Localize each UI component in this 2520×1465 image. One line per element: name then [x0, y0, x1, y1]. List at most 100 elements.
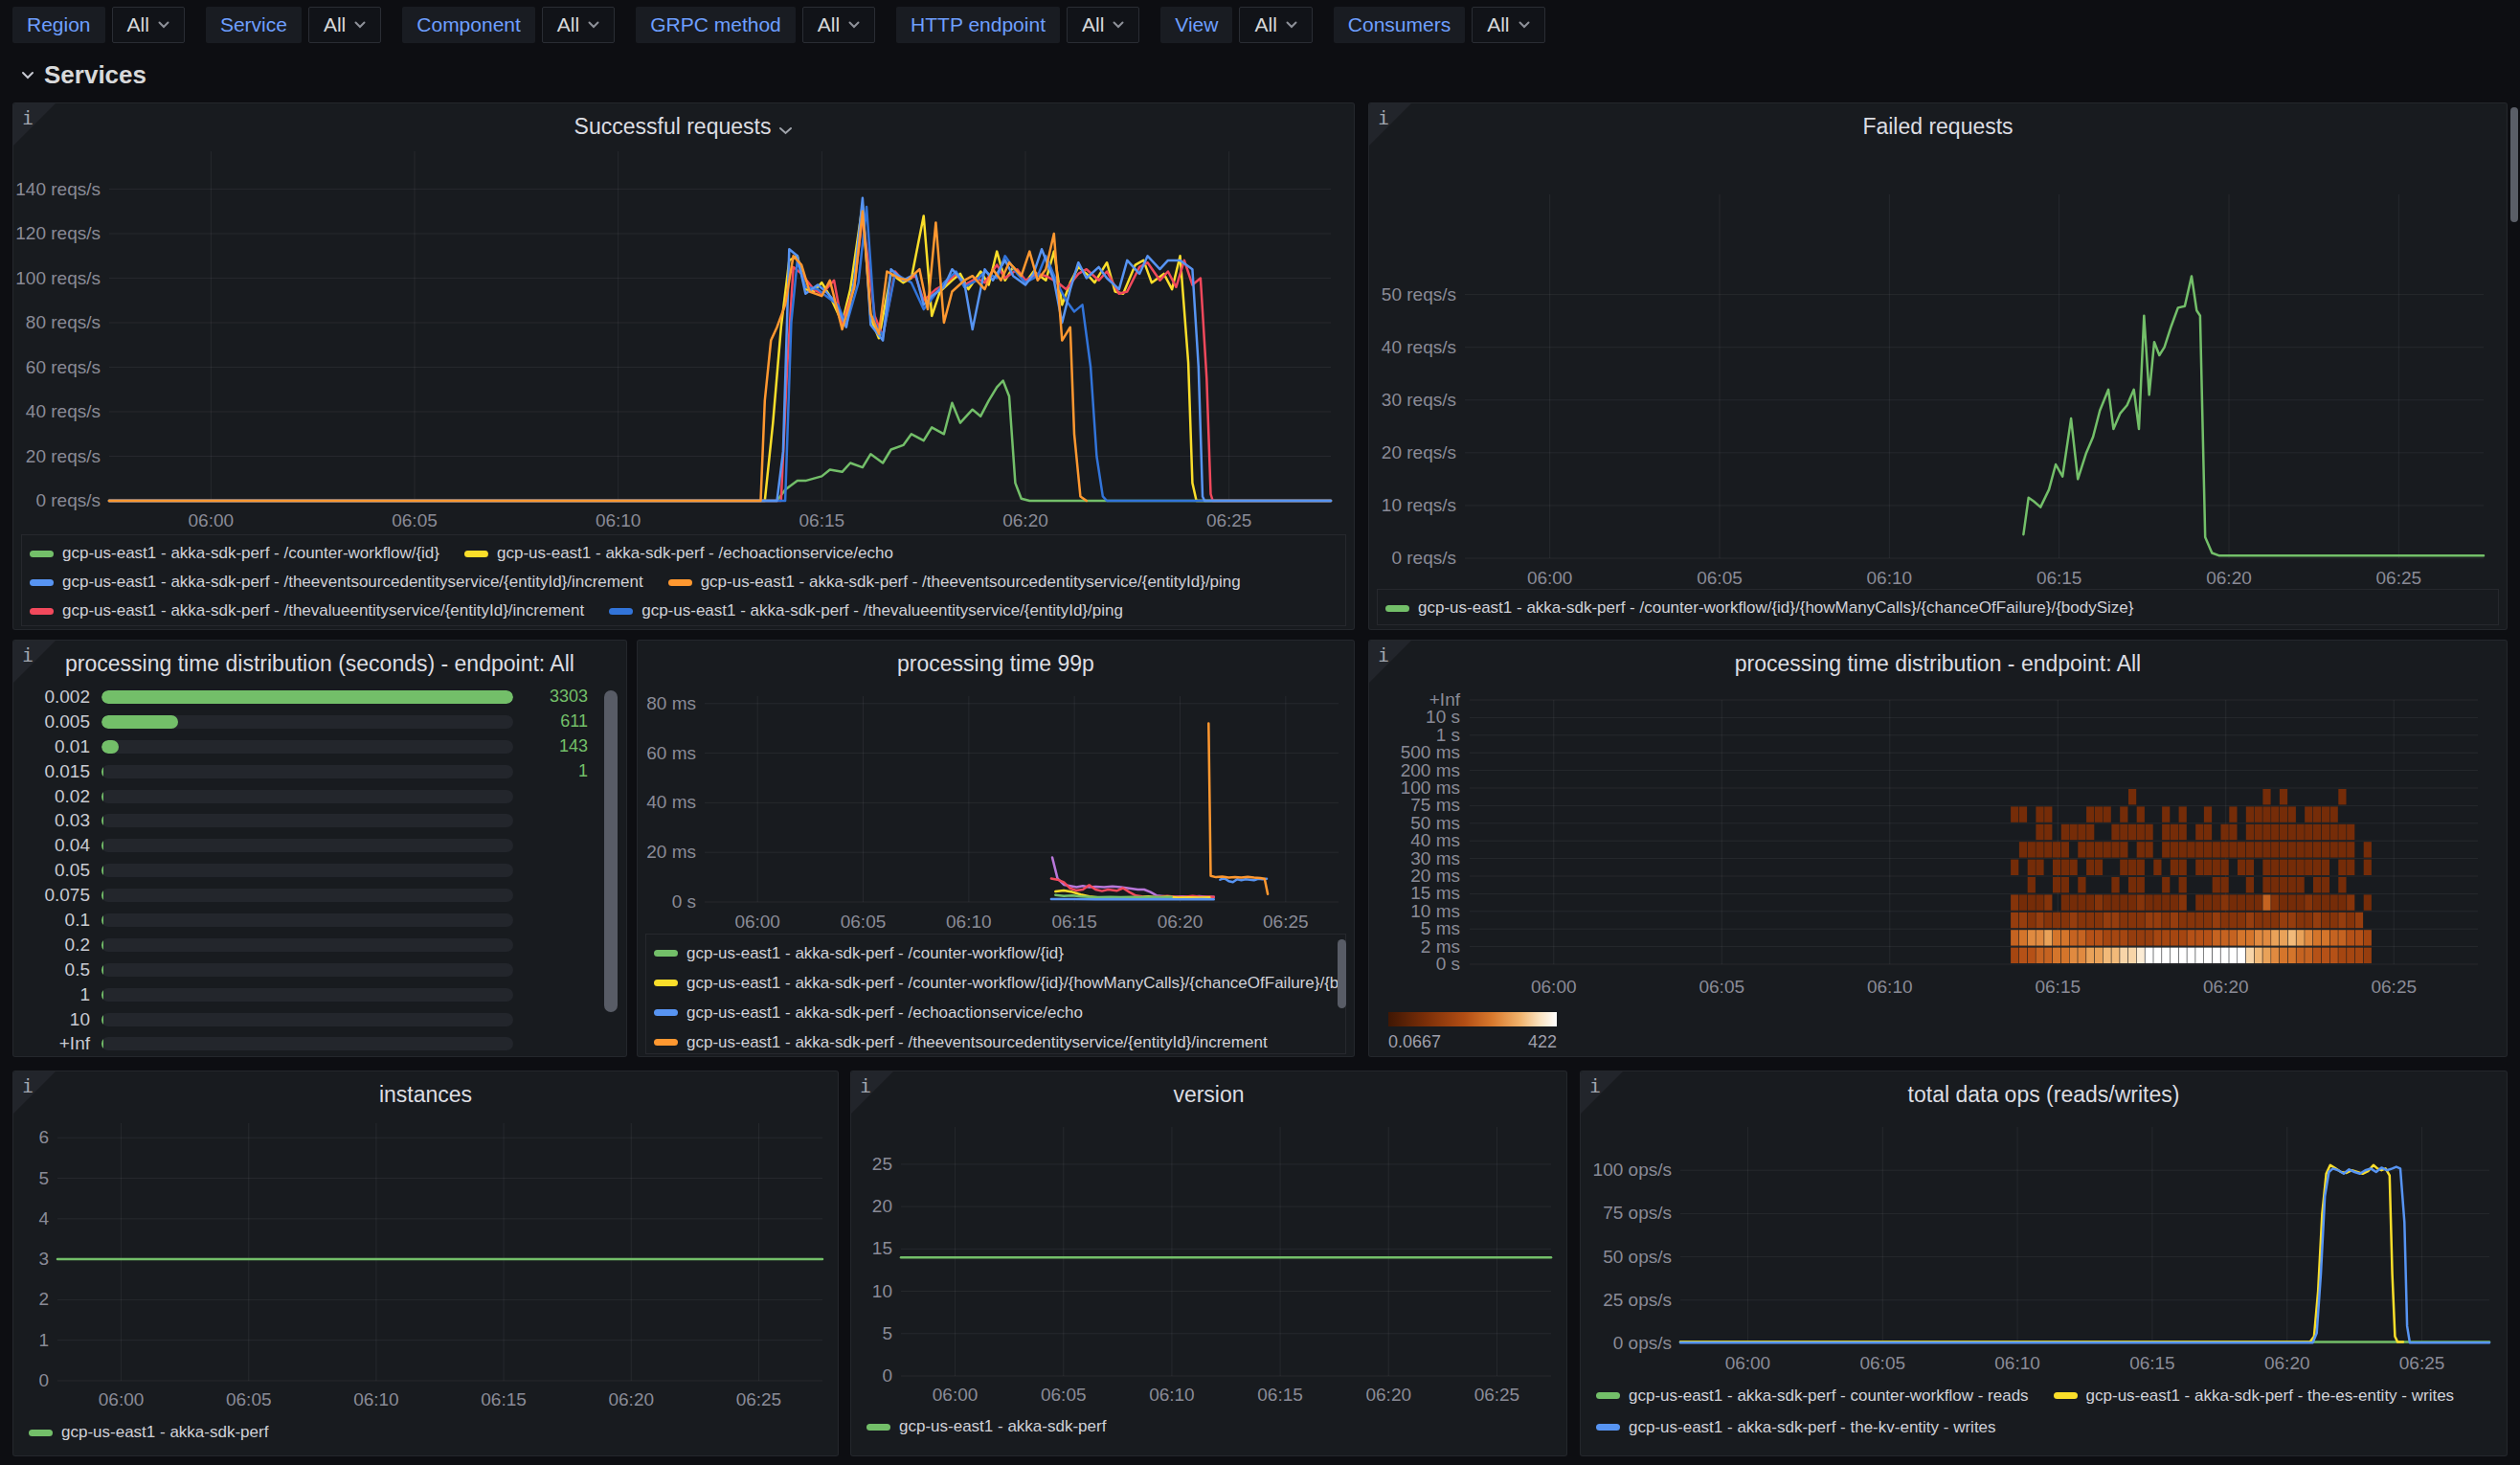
legend-item[interactable]: gcp-us-east1 - akka-sdk-perf - /echoacti…	[457, 544, 893, 563]
legend-item[interactable]: gcp-us-east1 - akka-sdk-perf - /counter-…	[646, 974, 1345, 993]
legend-item[interactable]: gcp-us-east1 - akka-sdk-perf - /counter-…	[646, 944, 1064, 963]
legend: gcp-us-east1 - akka-sdk-perf - /counter-…	[21, 534, 1346, 626]
filter-value-view[interactable]: All	[1239, 7, 1312, 43]
bar-fill	[101, 1013, 103, 1026]
panel-title[interactable]: Failed requests	[1417, 114, 2459, 140]
series-swatch	[464, 551, 488, 557]
bar-fill	[101, 765, 103, 778]
instances-chart[interactable]: 012345606:0006:0506:1006:1506:2006:25	[13, 1071, 838, 1455]
legend-item[interactable]: gcp-us-east1 - akka-sdk-perf - /thevalue…	[601, 601, 1123, 620]
filter-label-component: Component	[402, 7, 535, 43]
filter-value-grpc-method[interactable]: All	[802, 7, 875, 43]
svg-text:06:15: 06:15	[799, 510, 845, 530]
legend-item[interactable]: gcp-us-east1 - akka-sdk-perf - the-kv-en…	[1588, 1418, 1996, 1437]
filter-value-http-endpoint[interactable]: All	[1067, 7, 1139, 43]
panel-title[interactable]: processing time distribution (seconds) -…	[61, 651, 578, 677]
scrollbar-thumb[interactable]	[1338, 939, 1346, 1008]
legend-item[interactable]: gcp-us-east1 - akka-sdk-perf	[859, 1417, 1106, 1436]
legend-item[interactable]: gcp-us-east1 - akka-sdk-perf - /theevent…	[661, 573, 1241, 592]
svg-text:0 reqs/s: 0 reqs/s	[1391, 548, 1456, 568]
panel-title[interactable]: version	[899, 1082, 1519, 1108]
svg-text:0 reqs/s: 0 reqs/s	[35, 490, 101, 510]
chevron-down-icon	[354, 21, 366, 29]
version-chart[interactable]: 051015202506:0006:0506:1006:1506:2006:25	[851, 1071, 1566, 1455]
bucket-label: 0.075	[25, 885, 90, 906]
svg-text:06:20: 06:20	[608, 1389, 654, 1409]
svg-text:06:00: 06:00	[933, 1385, 979, 1405]
panel-info-corner[interactable]	[13, 641, 56, 683]
legend-item[interactable]: gcp-us-east1 - akka-sdk-perf - /thevalue…	[22, 601, 584, 620]
series-swatch	[654, 950, 678, 957]
panel-version: i version 051015202506:0006:0506:1006:15…	[850, 1071, 1567, 1456]
panel-info-corner[interactable]	[1369, 103, 1411, 146]
panel-title[interactable]: processing time distribution - endpoint:…	[1417, 651, 2459, 677]
scrollbar-thumb[interactable]	[604, 690, 618, 1012]
panel-title[interactable]: Successful requests	[61, 114, 1306, 140]
svg-text:06:00: 06:00	[1527, 568, 1573, 588]
panel-total-data-ops: i total data ops (reads/writes) 0 ops/s2…	[1580, 1071, 2508, 1456]
bucket-label: 0.1	[25, 910, 90, 931]
filter-value-component[interactable]: All	[542, 7, 615, 43]
section-services[interactable]: Services	[19, 56, 146, 94]
bar-fill	[101, 740, 119, 754]
filter-label-http-endpoint: HTTP endpoint	[896, 7, 1060, 43]
svg-text:100 reqs/s: 100 reqs/s	[15, 268, 101, 288]
svg-text:06:10: 06:10	[353, 1389, 399, 1409]
bucket-label: 0.002	[25, 687, 90, 708]
svg-text:40 reqs/s: 40 reqs/s	[1382, 337, 1456, 357]
bar-gauge-row: +Inf	[25, 1031, 588, 1056]
panel-info-corner[interactable]	[13, 103, 56, 146]
legend-item[interactable]: gcp-us-east1 - akka-sdk-perf - /echoacti…	[646, 1003, 1083, 1023]
svg-text:20 ms: 20 ms	[646, 842, 696, 862]
page-scrollbar[interactable]	[2510, 107, 2518, 222]
legend-item[interactable]: gcp-us-east1 - akka-sdk-perf - the-es-en…	[2046, 1386, 2455, 1406]
heatmap-chart[interactable]: +Inf10 s1 s500 ms200 ms100 ms75 ms50 ms4…	[1369, 641, 2507, 1056]
panel-info-corner[interactable]	[1581, 1071, 1623, 1114]
bar-gauge-row: 0.0023303	[25, 685, 588, 710]
legend-item[interactable]: gcp-us-east1 - akka-sdk-perf - counter-w…	[1588, 1386, 2029, 1406]
legend-item[interactable]: gcp-us-east1 - akka-sdk-perf - /counter-…	[22, 544, 439, 563]
bar-fill	[101, 690, 513, 704]
panel-title[interactable]: instances	[61, 1082, 790, 1108]
bucket-value: 611	[525, 711, 588, 732]
failed-requests-chart[interactable]: 0 reqs/s10 reqs/s20 reqs/s30 reqs/s40 re…	[1369, 103, 2507, 629]
bar-fill	[101, 715, 178, 729]
legend-label: gcp-us-east1 - akka-sdk-perf - /theevent…	[701, 573, 1241, 592]
legend-item[interactable]: gcp-us-east1 - akka-sdk-perf	[21, 1423, 268, 1442]
bar-gauge-row: 0.5	[25, 958, 588, 982]
legend-label: gcp-us-east1 - akka-sdk-perf	[61, 1423, 268, 1442]
panel-processing-time-99p: processing time 99p 0 s20 ms40 ms60 ms80…	[637, 640, 1355, 1057]
svg-text:0 s: 0 s	[1436, 954, 1460, 974]
bucket-label: 0.5	[25, 959, 90, 980]
legend-item[interactable]: gcp-us-east1 - akka-sdk-perf - /theevent…	[646, 1033, 1268, 1052]
svg-text:06:15: 06:15	[1257, 1385, 1303, 1405]
panel-info-corner[interactable]	[13, 1071, 56, 1114]
bar-track	[101, 889, 513, 902]
filter-value-service[interactable]: All	[308, 7, 381, 43]
panel-info-corner[interactable]	[851, 1071, 893, 1114]
svg-text:100 ops/s: 100 ops/s	[1593, 1160, 1672, 1180]
bucket-label: 0.015	[25, 761, 90, 782]
bar-fill	[101, 864, 103, 877]
legend-item[interactable]: gcp-us-east1 - akka-sdk-perf - /counter-…	[1378, 598, 2133, 618]
panel-title[interactable]: total data ops (reads/writes)	[1629, 1082, 2459, 1108]
legend-label: gcp-us-east1 - akka-sdk-perf - /thevalue…	[62, 601, 584, 620]
svg-text:1: 1	[38, 1330, 49, 1350]
filter-value-consumers[interactable]: All	[1472, 7, 1544, 43]
series-swatch	[2054, 1392, 2078, 1399]
bar-gauge-row: 0.05	[25, 858, 588, 883]
filter-value-region[interactable]: All	[112, 7, 185, 43]
panel-instances: i instances 012345606:0006:0506:1006:150…	[12, 1071, 839, 1456]
series-swatch	[668, 579, 692, 586]
svg-text:2: 2	[38, 1289, 49, 1309]
bucket-label: 0.03	[25, 810, 90, 831]
legend-item[interactable]: gcp-us-east1 - akka-sdk-perf - /theevent…	[22, 573, 643, 592]
panel-info-corner[interactable]	[1369, 641, 1411, 683]
bar-track	[101, 790, 513, 803]
panel-title[interactable]: processing time 99p	[686, 651, 1306, 677]
bucket-label: 10	[25, 1009, 90, 1030]
series-swatch	[1385, 605, 1409, 612]
bar-gauge-row: 10	[25, 1007, 588, 1032]
section-title: Services	[44, 60, 146, 90]
bar-track	[101, 963, 513, 977]
